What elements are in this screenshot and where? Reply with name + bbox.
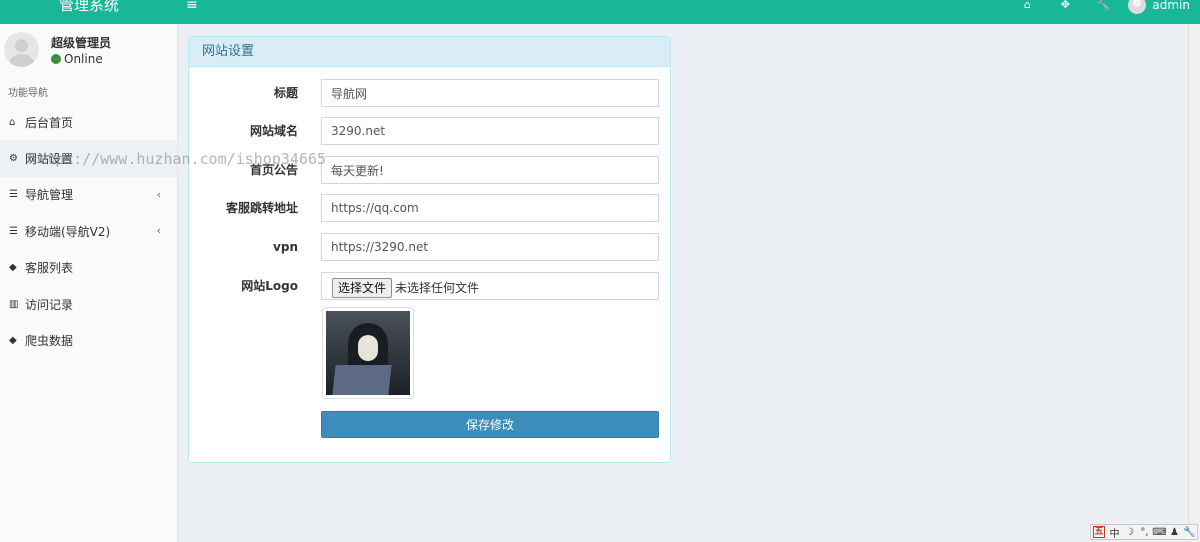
sidebar-item-label: 网站设置 xyxy=(25,152,74,167)
user-avatar xyxy=(1128,0,1147,14)
ime-settings-icon[interactable]: 🔧 xyxy=(1182,527,1197,538)
logo-mask-shape xyxy=(358,335,378,361)
ime-logo-icon[interactable]: 五 xyxy=(1093,526,1105,538)
sidebar-item-label: 爬虫数据 xyxy=(25,334,74,349)
vpn-label: vpn xyxy=(273,240,298,254)
sidebar-item-label: 客服列表 xyxy=(25,261,74,276)
sidebar-item-home[interactable]: ⌂ 后台首页 xyxy=(0,104,177,140)
sidebar-item-site-settings[interactable]: ⚙ 网站设置 xyxy=(0,140,177,177)
avatar xyxy=(4,32,39,67)
form-row-service-url: 客服跳转地址 xyxy=(189,194,670,222)
panel-title: 网站设置 xyxy=(189,37,670,67)
domain-input[interactable] xyxy=(321,117,659,145)
page-scrollbar[interactable] xyxy=(1188,24,1200,542)
service-url-input[interactable] xyxy=(321,194,659,222)
app-title: 管理系统 xyxy=(58,0,119,14)
logo-preview xyxy=(322,307,414,399)
sidebar-item-label: 访问记录 xyxy=(25,297,74,312)
cogs-icon: ⚙ xyxy=(9,153,18,165)
sidebar-item-label: 移动端(导航V2) xyxy=(25,224,111,239)
menu-toggle-icon[interactable]: ≡ xyxy=(186,0,198,12)
online-status-text: Online xyxy=(64,52,103,66)
notice-input[interactable] xyxy=(321,156,659,184)
home-icon[interactable]: ⌂ xyxy=(1008,0,1046,10)
ime-punctuation-icon[interactable]: °, xyxy=(1137,527,1152,538)
home-icon: ⌂ xyxy=(9,116,16,128)
user-panel: 超级管理员 Online xyxy=(4,32,174,68)
form-row-title: 标题 xyxy=(189,79,670,107)
wrench-icon[interactable]: 🔧 xyxy=(1084,0,1122,10)
ime-language-toggle[interactable]: 中 xyxy=(1107,525,1122,540)
choose-file-button[interactable]: 选择文件 xyxy=(332,277,393,298)
site-settings-panel: 网站设置 标题 网站域名 首页公告 客服跳转地址 vpn 网站Logo 选择文件… xyxy=(188,36,671,463)
chevron-left-icon: ‹ xyxy=(156,187,161,201)
sidebar-item-label: 后台首页 xyxy=(25,115,74,130)
logo-laptop-shape xyxy=(332,365,392,395)
tags-icon: ◆ xyxy=(9,335,17,347)
fullscreen-icon[interactable]: ✥ xyxy=(1046,0,1084,10)
title-label: 标题 xyxy=(273,86,298,100)
bar-chart-icon: ▥ xyxy=(9,298,19,310)
form-row-vpn: vpn xyxy=(189,233,670,261)
nav-header: 功能导航 xyxy=(8,88,48,99)
online-status: Online xyxy=(51,52,103,66)
topbar-icons: ⌂ ✥ 🔧 admin xyxy=(1008,0,1190,24)
notice-label: 首页公告 xyxy=(249,163,298,177)
top-navbar: 管理系统 ≡ ⌂ ✥ 🔧 admin xyxy=(0,0,1200,24)
user-name: admin xyxy=(1152,0,1190,12)
form-row-domain: 网站域名 xyxy=(189,117,670,145)
sidebar-item-crawler-data[interactable]: ◆ 爬虫数据 xyxy=(0,322,177,358)
logo-label: 网站Logo xyxy=(241,279,298,293)
sidebar-item-label: 导航管理 xyxy=(25,188,74,203)
vpn-input[interactable] xyxy=(321,233,659,261)
database-icon: ☰ xyxy=(9,189,18,201)
service-url-label: 客服跳转地址 xyxy=(225,201,298,215)
ime-width-icon[interactable]: ☽ xyxy=(1122,527,1137,538)
form-row-notice: 首页公告 xyxy=(189,156,670,184)
logo-image xyxy=(326,311,410,395)
file-status-text: 未选择任何文件 xyxy=(395,281,480,295)
ime-keyboard-icon[interactable]: ⌨ xyxy=(1152,527,1167,538)
save-button[interactable]: 保存修改 xyxy=(321,411,659,438)
online-dot-icon xyxy=(51,54,61,64)
ime-user-icon[interactable]: ♟ xyxy=(1167,527,1182,538)
title-input[interactable] xyxy=(321,79,659,107)
database-icon: ☰ xyxy=(9,225,18,237)
tags-icon: ◆ xyxy=(9,262,17,274)
profile-name: 超级管理员 xyxy=(51,36,112,50)
sidebar-item-visit-log[interactable]: ▥ 访问记录 xyxy=(0,286,177,322)
form-row-logo: 网站Logo 选择文件 未选择任何文件 xyxy=(189,272,670,300)
chevron-left-icon: ‹ xyxy=(156,224,161,238)
sidebar-item-service-list[interactable]: ◆ 客服列表 xyxy=(0,250,177,286)
user-menu[interactable]: admin xyxy=(1128,0,1190,14)
sidebar-item-nav-management[interactable]: ☰ 导航管理 ‹ xyxy=(0,177,177,213)
ime-toolbar: 五 中 ☽ °, ⌨ ♟ 🔧 xyxy=(1090,524,1198,540)
logo-file-input: 选择文件 未选择任何文件 xyxy=(321,272,659,300)
sidebar-item-mobile-nav[interactable]: ☰ 移动端(导航V2) ‹ xyxy=(0,213,177,249)
sidebar: 超级管理员 Online 功能导航 ⌂ 后台首页 ⚙ 网站设置 ☰ 导航管理 ‹… xyxy=(0,24,178,542)
sidebar-nav: ⌂ 后台首页 ⚙ 网站设置 ☰ 导航管理 ‹ ☰ 移动端(导航V2) ‹ ◆ 客… xyxy=(0,104,177,359)
domain-label: 网站域名 xyxy=(249,124,298,138)
